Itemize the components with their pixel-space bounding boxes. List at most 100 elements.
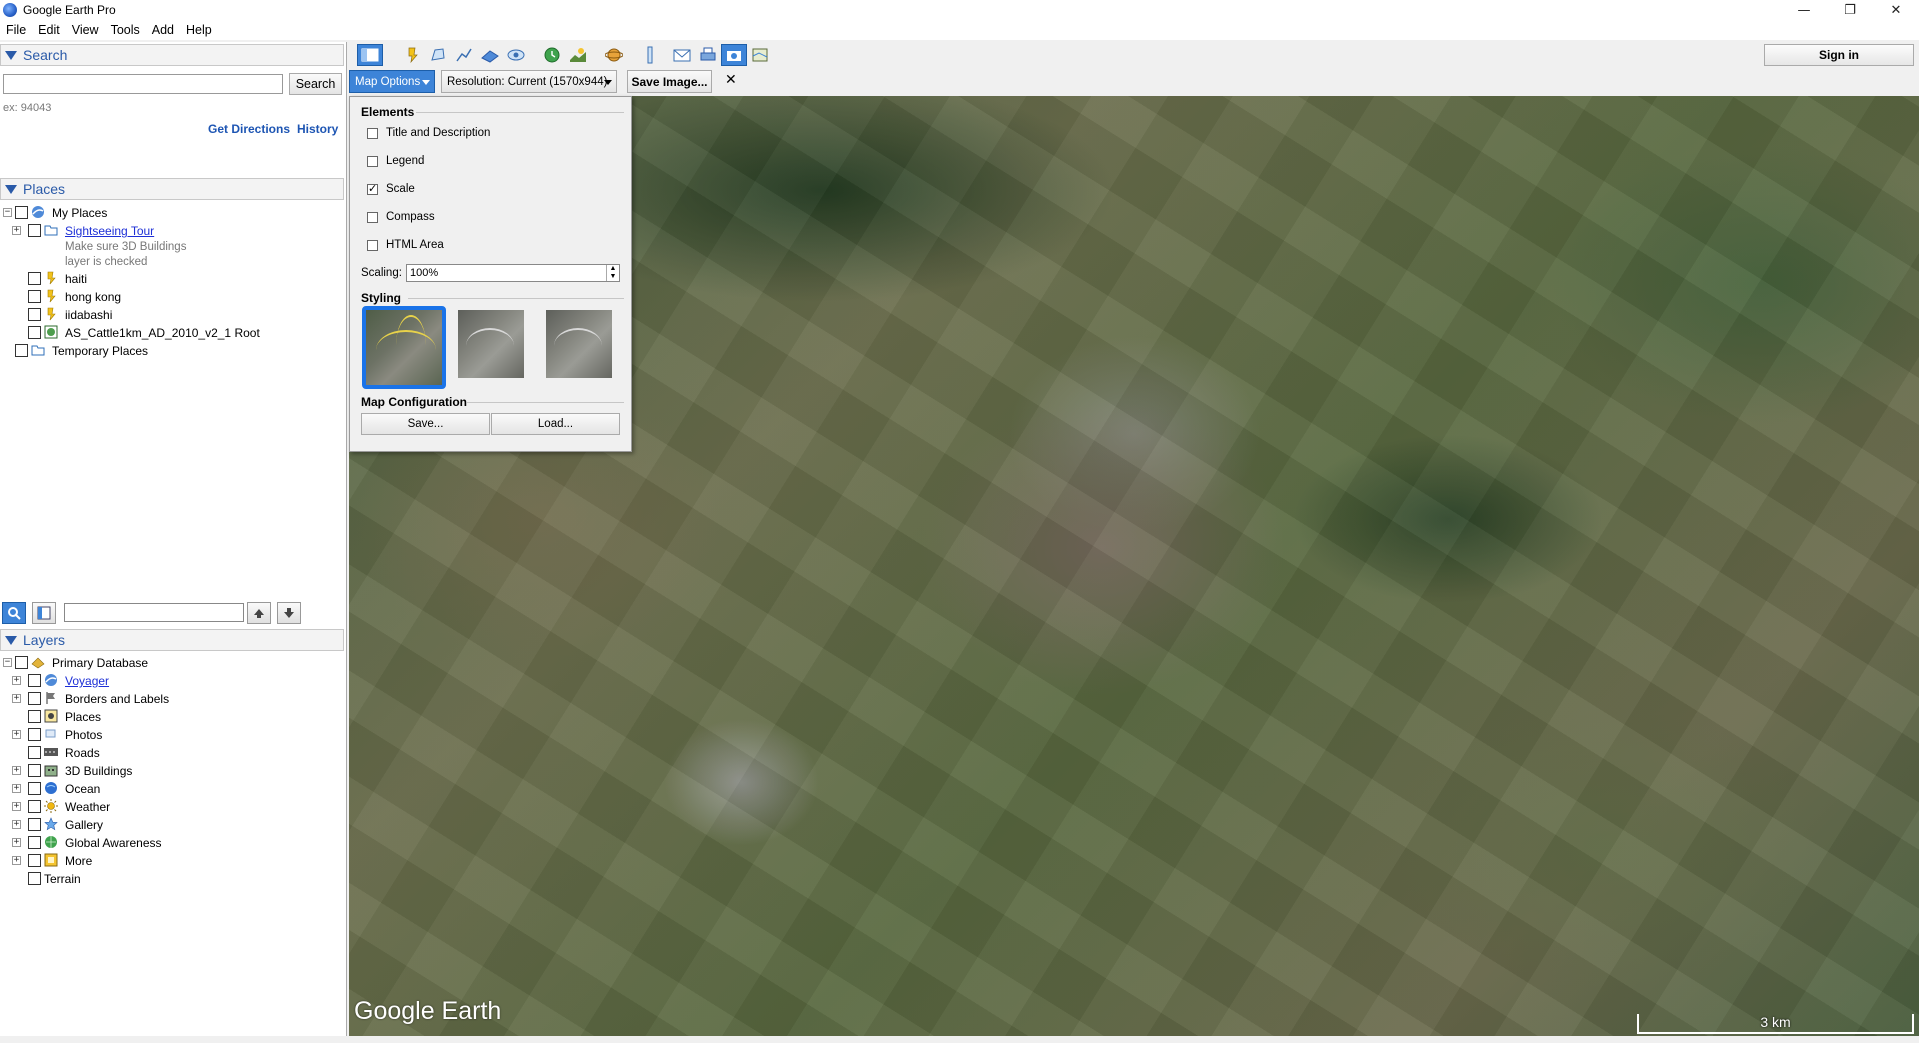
panel-view-button[interactable] bbox=[32, 602, 56, 624]
email-button[interactable] bbox=[669, 44, 695, 66]
layer-item-photos[interactable]: + Photos bbox=[0, 726, 340, 743]
history-link[interactable]: History bbox=[297, 122, 338, 136]
option-html-area[interactable]: HTML Area bbox=[367, 239, 444, 251]
sign-in-button[interactable]: Sign in bbox=[1764, 44, 1914, 66]
checkbox[interactable] bbox=[28, 872, 41, 885]
checkbox[interactable] bbox=[367, 155, 378, 167]
expand-icon[interactable]: + bbox=[12, 802, 21, 811]
expand-icon[interactable]: + bbox=[12, 730, 21, 739]
move-up-button[interactable] bbox=[247, 602, 271, 624]
layer-item-voyager[interactable]: + Voyager bbox=[0, 672, 340, 689]
menu-view[interactable]: View bbox=[66, 23, 105, 37]
save-configuration-button[interactable]: Save... bbox=[361, 413, 490, 435]
checkbox[interactable] bbox=[28, 290, 41, 303]
close-save-bar-icon[interactable]: ✕ bbox=[725, 72, 737, 88]
option-compass[interactable]: Compass bbox=[367, 211, 435, 223]
move-down-button[interactable] bbox=[277, 602, 301, 624]
layers-filter-input[interactable] bbox=[64, 603, 244, 622]
add-polygon-button[interactable] bbox=[425, 44, 451, 66]
map-options-dropdown[interactable]: Map Options bbox=[349, 70, 435, 93]
save-image-button[interactable]: Save Image... bbox=[627, 70, 712, 93]
tree-item-sightseeing-tour[interactable]: + Sightseeing Tour bbox=[0, 222, 340, 239]
sidebar-toggle-button[interactable] bbox=[357, 44, 383, 66]
checkbox[interactable] bbox=[28, 674, 41, 687]
expand-icon[interactable]: + bbox=[12, 856, 21, 865]
checkbox[interactable] bbox=[28, 272, 41, 285]
checkbox[interactable] bbox=[28, 818, 41, 831]
tree-item-as-cattle[interactable]: AS_Cattle1km_AD_2010_v2_1 Root bbox=[0, 324, 340, 341]
spinner-arrows-icon[interactable]: ▲ ▼ bbox=[606, 265, 619, 281]
tree-link-label[interactable]: Sightseeing Tour bbox=[65, 224, 154, 238]
add-overlay-button[interactable] bbox=[477, 44, 503, 66]
view-in-maps-button[interactable] bbox=[747, 44, 773, 66]
menu-help[interactable]: Help bbox=[180, 23, 218, 37]
search-panel-header[interactable]: Search bbox=[0, 44, 344, 66]
checkbox[interactable] bbox=[367, 239, 378, 251]
layer-item-terrain[interactable]: Terrain bbox=[0, 870, 340, 887]
checkbox[interactable] bbox=[28, 782, 41, 795]
checkbox-checked[interactable] bbox=[367, 182, 378, 195]
search-button[interactable]: Search bbox=[289, 73, 342, 95]
tree-item-my-places[interactable]: − My Places bbox=[0, 204, 340, 221]
option-legend[interactable]: Legend bbox=[367, 155, 424, 167]
scaling-spinbox[interactable]: 100% ▲ ▼ bbox=[406, 264, 620, 282]
add-path-button[interactable] bbox=[451, 44, 477, 66]
layer-item-primary-database[interactable]: − Primary Database bbox=[0, 654, 340, 671]
layer-link-label[interactable]: Voyager bbox=[65, 674, 109, 688]
tree-item-temporary-places[interactable]: Temporary Places bbox=[0, 342, 340, 359]
checkbox[interactable] bbox=[28, 854, 41, 867]
expand-icon[interactable]: + bbox=[12, 766, 21, 775]
layer-item-weather[interactable]: + Weather bbox=[0, 798, 340, 815]
option-title-description[interactable]: Title and Description bbox=[367, 127, 490, 139]
sunlight-button[interactable] bbox=[565, 44, 591, 66]
save-image-toolbar-button[interactable] bbox=[721, 44, 747, 66]
checkbox[interactable] bbox=[28, 728, 41, 741]
search-layers-button[interactable] bbox=[2, 602, 26, 624]
tree-item-iidabashi[interactable]: iidabashi bbox=[0, 306, 340, 323]
checkbox[interactable] bbox=[367, 211, 378, 223]
layer-item-borders-labels[interactable]: + Borders and Labels bbox=[0, 690, 340, 707]
collapse-icon[interactable]: − bbox=[3, 658, 12, 667]
tree-item-hong-kong[interactable]: hong kong bbox=[0, 288, 340, 305]
layer-item-places[interactable]: Places bbox=[0, 708, 340, 725]
layer-item-roads[interactable]: Roads bbox=[0, 744, 340, 761]
layer-item-ocean[interactable]: + Ocean bbox=[0, 780, 340, 797]
style-gray-thumbnail[interactable] bbox=[458, 310, 524, 378]
checkbox[interactable] bbox=[28, 746, 41, 759]
maximize-button[interactable]: ❐ bbox=[1827, 0, 1873, 20]
option-scale[interactable]: Scale bbox=[367, 182, 415, 195]
expand-icon[interactable]: + bbox=[12, 820, 21, 829]
collapse-icon[interactable]: − bbox=[3, 208, 12, 217]
expand-icon[interactable]: + bbox=[12, 838, 21, 847]
places-panel-header[interactable]: Places bbox=[0, 178, 344, 200]
expand-icon[interactable]: + bbox=[12, 784, 21, 793]
expand-icon[interactable]: + bbox=[12, 676, 21, 685]
style-dark-thumbnail[interactable] bbox=[546, 310, 612, 378]
checkbox[interactable] bbox=[28, 326, 41, 339]
minimize-button[interactable]: — bbox=[1781, 0, 1827, 20]
checkbox[interactable] bbox=[15, 206, 28, 219]
checkbox[interactable] bbox=[28, 308, 41, 321]
checkbox[interactable] bbox=[28, 800, 41, 813]
layer-item-3d-buildings[interactable]: + 3D Buildings bbox=[0, 762, 340, 779]
checkbox[interactable] bbox=[15, 656, 28, 669]
resolution-dropdown[interactable]: Resolution: Current (1570x944) bbox=[441, 70, 617, 93]
switch-to-planets-button[interactable] bbox=[601, 44, 627, 66]
checkbox[interactable] bbox=[367, 127, 378, 139]
tree-item-haiti[interactable]: haiti bbox=[0, 270, 340, 287]
checkbox[interactable] bbox=[28, 710, 41, 723]
checkbox[interactable] bbox=[28, 836, 41, 849]
historical-imagery-button[interactable] bbox=[539, 44, 565, 66]
load-configuration-button[interactable]: Load... bbox=[491, 413, 620, 435]
layer-item-more[interactable]: + More bbox=[0, 852, 340, 869]
ruler-button[interactable] bbox=[637, 44, 663, 66]
checkbox[interactable] bbox=[15, 344, 28, 357]
menu-tools[interactable]: Tools bbox=[105, 23, 146, 37]
expand-icon[interactable]: + bbox=[12, 226, 21, 235]
menu-file[interactable]: File bbox=[0, 23, 32, 37]
menu-add[interactable]: Add bbox=[146, 23, 180, 37]
record-tour-button[interactable] bbox=[503, 44, 529, 66]
layer-item-global-awareness[interactable]: + Global Awareness bbox=[0, 834, 340, 851]
checkbox[interactable] bbox=[28, 764, 41, 777]
add-placemark-button[interactable] bbox=[399, 44, 425, 66]
